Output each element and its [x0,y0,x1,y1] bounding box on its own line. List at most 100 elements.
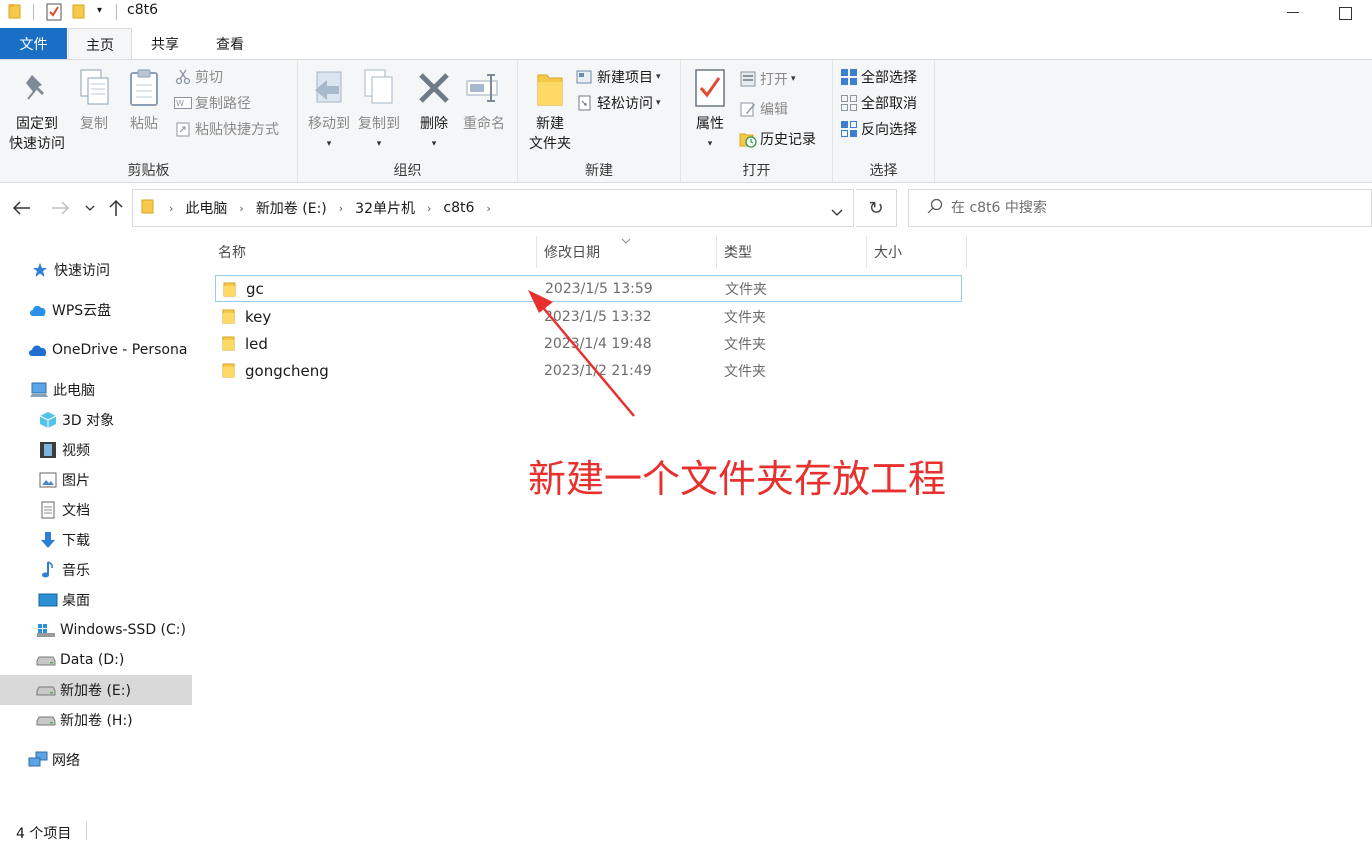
column-divider[interactable] [966,236,967,268]
nav-item-wps-cloud[interactable]: WPS云盘 [0,295,192,325]
paste-shortcut-label: 粘贴快捷方式 [195,122,279,138]
copy-to-button[interactable]: 复制到 ▾ [354,66,404,154]
tab-file[interactable]: 文件 [0,28,67,59]
onedrive-icon [28,341,48,359]
pin-to-quick-access-button[interactable]: 固定到 快速访问 [4,66,70,154]
file-name: led [245,334,268,353]
new-folder-icon[interactable] [72,3,86,23]
address-history-chevron-icon[interactable] [831,204,843,220]
back-arrow-icon[interactable] [10,196,34,220]
ribbon-tabs: 文件 主页 共享 查看 [0,28,1372,60]
file-type: 文件夹 [724,309,766,326]
nav-item-documents[interactable]: 文档 [0,495,192,525]
history-button[interactable]: 历史记录 [739,128,816,150]
nav-item-videos[interactable]: 视频 [0,435,192,465]
toolbar-divider [33,4,34,20]
select-none-button[interactable]: 全部取消 [840,92,917,114]
nav-item-label: 此电脑 [53,383,95,399]
customize-dropdown-icon[interactable]: ▾ [97,5,102,16]
new-item-dropdown-icon: ▾ [656,72,661,82]
nav-item-drive-e[interactable]: 新加卷 (E:) [0,675,192,705]
file-name: gc [246,279,264,298]
status-divider [86,822,87,840]
paste-label: 粘贴 [130,116,158,132]
move-to-button[interactable]: 移动到 ▾ [304,66,354,154]
edit-button[interactable]: 编辑 [739,98,788,120]
properties-button[interactable]: 属性 ▾ [687,66,733,154]
column-divider[interactable] [866,236,867,268]
nav-item-downloads[interactable]: 下载 [0,525,192,555]
breadcrumb-separator-icon[interactable]: › [339,202,343,215]
new-folder-button[interactable]: 新建 文件夹 [522,66,578,154]
new-item-button[interactable]: 新建项目 ▾ [576,66,661,88]
properties-check-icon[interactable] [46,3,62,25]
cut-button[interactable]: 剪切 [174,66,223,88]
copy-path-button[interactable]: W 复制路径 [174,92,251,114]
breadcrumb-separator-icon[interactable]: › [169,202,173,215]
copy-to-icon [359,66,399,110]
column-header-size[interactable]: 大小 [874,236,902,268]
paste-shortcut-button[interactable]: 粘贴快捷方式 [174,118,279,140]
invert-selection-label: 反向选择 [861,122,917,138]
column-divider[interactable] [716,236,717,268]
nav-item-pictures[interactable]: 图片 [0,465,192,495]
nav-item-3d-objects[interactable]: 3D 对象 [0,405,192,435]
up-arrow-icon[interactable] [104,196,128,220]
paste-shortcut-icon [174,120,192,138]
rename-button[interactable]: 重命名 [460,66,508,134]
file-row-gongcheng[interactable]: gongcheng 2023/1/2 21:49 文件夹 [215,357,962,384]
nav-item-this-pc[interactable]: 此电脑 [0,375,192,405]
forward-arrow-icon[interactable] [48,196,72,220]
nav-item-data-d[interactable]: Data (D:) [0,645,192,675]
breadcrumb-drive-e[interactable]: 新加卷 (E:) [256,198,327,218]
file-row-key[interactable]: key 2023/1/5 13:32 文件夹 [215,303,962,330]
move-to-icon [309,66,349,110]
nav-item-quick-access[interactable]: 快速访问 [0,255,192,285]
nav-item-drive-h[interactable]: 新加卷 (H:) [0,705,192,735]
pin-label-1: 固定到 [16,116,58,132]
recent-locations-chevron-icon[interactable] [78,196,102,220]
file-row-led[interactable]: led 2023/1/4 19:48 文件夹 [215,330,962,357]
invert-selection-button[interactable]: 反向选择 [840,118,917,140]
breadcrumb-this-pc[interactable]: 此电脑 [185,198,227,218]
breadcrumb-32mcu[interactable]: 32单片机 [355,198,415,218]
nav-item-music[interactable]: 音乐 [0,555,192,585]
tab-share[interactable]: 共享 [134,28,196,59]
windows-drive-icon [36,621,56,639]
file-row-gc[interactable]: gc 2023/1/5 13:59 文件夹 [215,275,962,302]
breadcrumb-c8t6[interactable]: c8t6 [443,200,474,216]
search-box[interactable] [908,189,1372,227]
copy-button[interactable]: 复制 [72,66,116,134]
refresh-button[interactable]: ↻ [856,189,897,227]
breadcrumb-separator-icon[interactable]: › [427,202,431,215]
nav-item-desktop[interactable]: 桌面 [0,585,192,615]
column-header-type[interactable]: 类型 [724,236,752,268]
address-bar[interactable]: › 此电脑 › 新加卷 (E:) › 32单片机 › c8t6 › [132,189,854,227]
minimize-button[interactable] [1270,0,1316,26]
tab-view[interactable]: 查看 [198,28,262,59]
breadcrumb-separator-icon[interactable]: › [486,202,490,215]
download-arrow-icon [38,531,58,549]
nav-item-label: OneDrive - Persona [52,342,188,358]
select-all-button[interactable]: 全部选择 [840,66,917,88]
easy-access-button[interactable]: 轻松访问 ▾ [576,92,661,114]
column-header-modified[interactable]: 修改日期 [544,236,600,268]
svg-text:W: W [176,99,184,108]
nav-item-network[interactable]: 网络 [0,745,192,775]
nav-item-onedrive[interactable]: OneDrive - Persona [0,335,192,365]
paste-button[interactable]: 粘贴 [122,66,166,134]
delete-x-icon [414,66,454,110]
delete-button[interactable]: 删除 ▾ [410,66,458,154]
nav-item-windows-ssd[interactable]: Windows-SSD (C:) [0,615,192,645]
tab-home[interactable]: 主页 [68,28,132,60]
select-all-icon [840,68,858,86]
breadcrumb-separator-icon[interactable]: › [239,202,243,215]
search-input[interactable] [951,200,1331,216]
open-button[interactable]: 打开 ▾ [739,68,796,90]
column-header-name[interactable]: 名称 [218,236,246,268]
column-divider[interactable] [536,236,537,268]
folder-icon [222,362,236,382]
desktop-icon [38,591,58,609]
annotation-text: 新建一个文件夹存放工程 [528,457,947,501]
maximize-button[interactable] [1322,0,1368,26]
